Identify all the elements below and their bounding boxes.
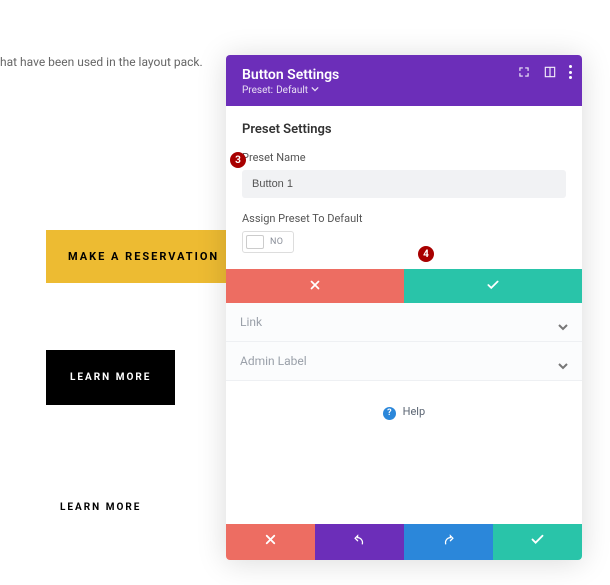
more-icon[interactable]: [569, 65, 572, 79]
check-icon: [486, 277, 500, 296]
footer-redo-button[interactable]: [404, 524, 493, 560]
background-description: hat have been used in the layout pack.: [0, 55, 203, 69]
learn-more-button[interactable]: LEARN MORE: [46, 350, 175, 405]
help-icon: ?: [383, 407, 396, 420]
undo-icon: [352, 532, 367, 551]
toggle-state: NO: [270, 237, 283, 247]
close-icon: [308, 277, 322, 296]
step-marker-3: 3: [230, 152, 246, 168]
chevron-down-icon: [558, 356, 568, 366]
preset-settings-heading: Preset Settings: [242, 122, 566, 137]
chevron-down-icon: [558, 317, 568, 327]
preset-value: Default: [276, 85, 308, 96]
make-reservation-button[interactable]: MAKE A RESERVATION: [46, 230, 241, 283]
section-admin-label[interactable]: Admin Label: [226, 342, 582, 381]
preset-cancel-button[interactable]: [226, 269, 404, 303]
panel-header: Button Settings Preset: Default: [226, 55, 582, 106]
preset-confirm-button[interactable]: [404, 269, 582, 303]
check-icon: [530, 532, 545, 551]
panel-footer: [226, 524, 582, 560]
preset-name-label: Preset Name: [242, 151, 566, 164]
footer-cancel-button[interactable]: [226, 524, 315, 560]
preset-dropdown[interactable]: Preset: Default: [242, 85, 566, 96]
chevron-down-icon: [311, 85, 319, 96]
preset-settings-card: Preset Settings Preset Name Assign Prese…: [226, 106, 582, 269]
assign-default-toggle[interactable]: NO: [242, 231, 294, 253]
section-link[interactable]: Link: [226, 303, 582, 342]
footer-undo-button[interactable]: [315, 524, 404, 560]
redo-icon: [441, 532, 456, 551]
learn-more-plain-button[interactable]: LEARN MORE: [60, 502, 141, 513]
footer-save-button[interactable]: [493, 524, 582, 560]
help-label: Help: [403, 405, 426, 418]
preset-label: Preset:: [242, 85, 273, 96]
close-icon: [263, 532, 278, 551]
section-admin-label-text: Admin Label: [240, 354, 307, 368]
step-marker-4: 4: [418, 246, 434, 262]
preset-confirm-bar: [226, 269, 582, 303]
assign-default-label: Assign Preset To Default: [242, 212, 566, 225]
button-settings-panel: Button Settings Preset: Default er Prese…: [226, 55, 582, 560]
preset-name-input[interactable]: [242, 170, 566, 198]
expand-icon[interactable]: [517, 65, 531, 79]
toggle-box-icon: [246, 235, 264, 249]
section-link-label: Link: [240, 315, 262, 329]
grid-icon[interactable]: [543, 65, 557, 79]
